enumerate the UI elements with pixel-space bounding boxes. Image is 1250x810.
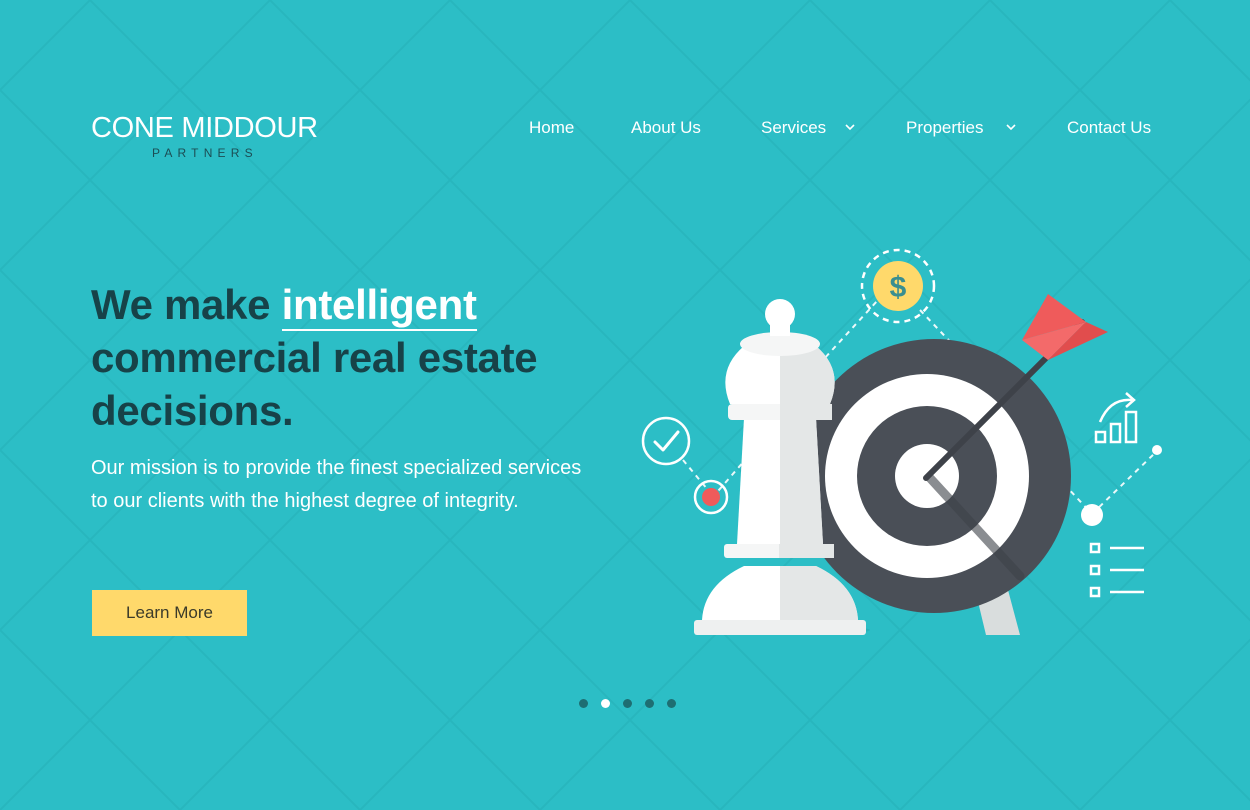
headline-highlight: intelligent — [281, 281, 477, 331]
nav-item-about-us[interactable]: About Us — [631, 116, 701, 140]
nav-item-label: Home — [529, 118, 575, 137]
nav-item-label: Contact Us — [1067, 118, 1152, 137]
hero-headline: We make intelligent commercial real esta… — [91, 278, 611, 437]
hero-illustration: $ — [641, 248, 1162, 635]
red-node-icon — [693, 479, 729, 515]
dollar-coin-icon: $ — [860, 248, 936, 324]
carousel-dot-3[interactable] — [623, 699, 632, 708]
carousel-dot-1[interactable] — [579, 699, 588, 708]
headline-text: commercial real estate decisions. — [91, 334, 538, 434]
learn-more-button[interactable]: Learn More — [92, 590, 247, 636]
chevron-down-icon — [1006, 124, 1016, 131]
nav-item-contact-us[interactable]: Contact Us — [1067, 116, 1151, 140]
headline-text: We make — [91, 281, 282, 328]
node-dot — [1081, 504, 1103, 526]
growth-chart-icon — [1094, 392, 1138, 444]
nav-item-label: Properties — [906, 118, 984, 137]
nav-item-label: About Us — [631, 118, 701, 137]
brand-logo[interactable]: CONE MIDDOUR PARTNERS — [91, 112, 351, 164]
carousel-dot-2[interactable] — [601, 699, 610, 708]
nav-item-services[interactable]: Services — [761, 116, 857, 140]
nav-item-label: Services — [761, 118, 827, 137]
check-circle-icon — [641, 416, 691, 466]
target-icon — [797, 339, 1071, 613]
brand-name: CONE MIDDOUR — [91, 112, 318, 144]
dollar-symbol: $ — [890, 271, 907, 304]
nav-item-properties[interactable]: Properties — [906, 116, 1018, 140]
mission-statement: Our mission is to provide the finest spe… — [91, 457, 582, 512]
checklist-icon — [1089, 542, 1144, 598]
carousel-dot-4[interactable] — [645, 699, 654, 708]
nav-item-home[interactable]: Home — [529, 116, 574, 140]
carousel-dot-5[interactable] — [667, 699, 676, 708]
carousel-indicators — [574, 697, 684, 711]
brand-tagline: PARTNERS — [152, 146, 258, 160]
node-dot — [1152, 445, 1162, 455]
chevron-down-icon — [845, 124, 855, 131]
